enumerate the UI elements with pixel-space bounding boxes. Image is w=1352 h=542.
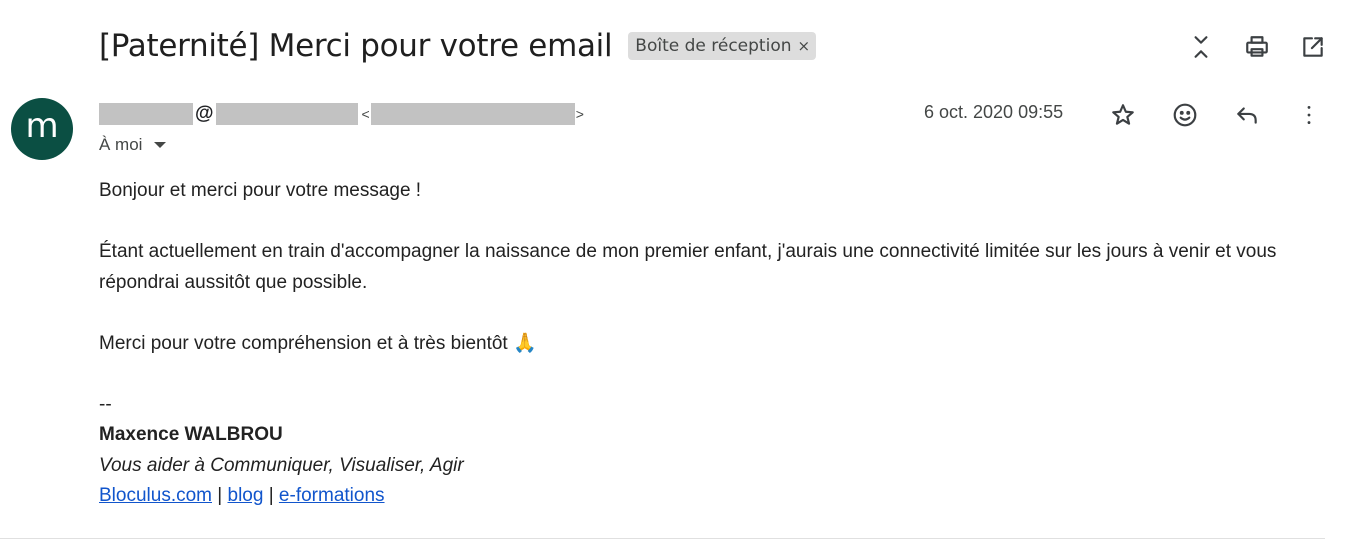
sender-at-symbol: @: [195, 103, 214, 124]
paragraph-availability: Étant actuellement en train d'accompagne…: [99, 241, 1277, 293]
message-body: Bonjour et merci pour votre message ! Ét…: [99, 176, 1324, 512]
signature-links: Bloculus.com | blog | e-formations: [99, 481, 1324, 512]
link-blog[interactable]: blog: [228, 485, 264, 506]
email-close-bracket: >: [575, 106, 584, 122]
print-icon[interactable]: [1238, 28, 1276, 66]
more-options-icon[interactable]: [1290, 96, 1328, 134]
reply-icon[interactable]: [1228, 96, 1266, 134]
subject-row: [Paternité] Merci pour votre email Boîte…: [99, 24, 817, 68]
redacted-sender-name: [99, 103, 193, 125]
sender-line[interactable]: @ < >: [99, 101, 585, 127]
recipient-details-toggle[interactable]: À moi: [99, 135, 167, 155]
recipient-text: À moi: [99, 135, 143, 154]
sender-avatar[interactable]: m: [11, 98, 73, 160]
signature-separator: --: [99, 393, 112, 415]
email-subject: [Paternité] Merci pour votre email: [99, 28, 613, 64]
thread-toolbar: [1182, 28, 1332, 66]
inbox-label-chip[interactable]: Boîte de réception ×: [628, 32, 817, 60]
link-separator: |: [268, 485, 274, 506]
link-e-formations[interactable]: e-formations: [279, 485, 385, 506]
signature-name: Maxence WALBROU: [99, 424, 283, 445]
link-separator: |: [217, 485, 223, 506]
chevron-down-icon: [154, 142, 167, 148]
message-date: 6 oct. 2020 09:55: [924, 102, 1064, 122]
star-icon[interactable]: [1104, 96, 1142, 134]
inbox-label-text: Boîte de réception: [635, 36, 792, 56]
remove-label-icon[interactable]: ×: [798, 37, 811, 55]
collapse-icon[interactable]: [1182, 28, 1220, 66]
open-in-new-window-icon[interactable]: [1294, 28, 1332, 66]
email-open-bracket: <: [361, 106, 370, 122]
redacted-sender-domain: [215, 103, 358, 125]
link-bloculus[interactable]: Bloculus.com: [99, 485, 212, 506]
emoji-reaction-icon[interactable]: [1166, 96, 1204, 134]
redacted-sender-email: [370, 103, 575, 125]
message-actions: [1104, 96, 1328, 134]
greeting: Bonjour et merci pour votre message !: [99, 180, 422, 201]
paragraph-thanks: Merci pour votre compréhension et à très…: [99, 332, 537, 354]
divider: [0, 538, 1325, 539]
signature-tagline: Vous aider à Communiquer, Visualiser, Ag…: [99, 454, 464, 476]
